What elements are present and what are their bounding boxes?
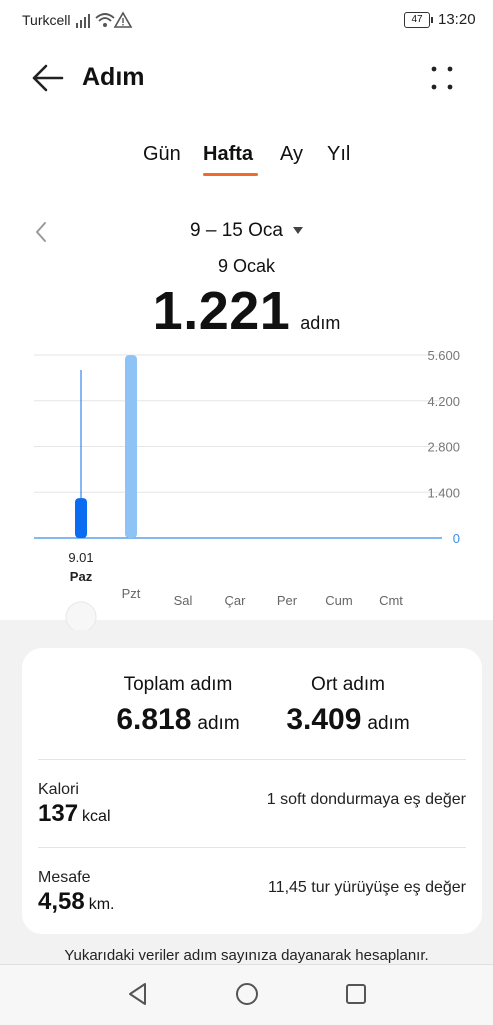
divider bbox=[38, 847, 466, 848]
nav-back-icon[interactable] bbox=[126, 981, 150, 1007]
selected-steps-value: 1.221 bbox=[152, 281, 291, 341]
nav-recents-icon[interactable] bbox=[344, 981, 368, 1007]
status-bar: Turkcell 47 13:20 bbox=[0, 0, 493, 40]
caret-down-icon bbox=[292, 227, 303, 235]
x-tick-label: Per bbox=[277, 593, 298, 608]
selected-steps-unit: adım bbox=[300, 313, 341, 333]
tab-indicator bbox=[203, 173, 258, 176]
avg-steps-value: 3.409 bbox=[286, 703, 362, 736]
chart-bar-pzt[interactable] bbox=[125, 355, 137, 538]
summary-card: Toplam adım 6.818 adım Ort adım 3.409 adım… bbox=[22, 648, 482, 934]
calorie-label: Kalori bbox=[38, 781, 79, 798]
avg-steps-unit: adım bbox=[367, 713, 410, 734]
carrier-label: Turkcell bbox=[22, 12, 71, 28]
nav-home-icon[interactable] bbox=[234, 981, 260, 1007]
divider bbox=[38, 759, 466, 760]
clock: 13:20 bbox=[438, 11, 476, 28]
selected-date: 9 Ocak bbox=[217, 256, 276, 276]
battery-icon: 47 bbox=[404, 12, 433, 28]
tab-week[interactable]: Hafta bbox=[203, 143, 253, 166]
y-tick-label: 4.200 bbox=[427, 394, 460, 409]
arrow-left-icon[interactable] bbox=[30, 62, 66, 94]
x-tick-label: Paz bbox=[70, 569, 93, 584]
tab-month[interactable]: Ay bbox=[280, 143, 303, 166]
x-tick-label: Cum bbox=[325, 593, 352, 608]
tab-year[interactable]: Yıl bbox=[327, 143, 350, 166]
page-title: Adım bbox=[82, 63, 145, 91]
tab-day[interactable]: Gün bbox=[143, 143, 181, 166]
x-tick-label: Cmt bbox=[379, 593, 403, 608]
calorie-equivalent: 1 soft dondurmaya eş değer bbox=[266, 791, 466, 808]
x-tick-label: Pzt bbox=[122, 586, 141, 601]
distance-value: 4,58 bbox=[38, 888, 85, 915]
system-nav-bar bbox=[0, 964, 493, 1025]
calorie-value: 137 bbox=[38, 800, 79, 827]
battery-level: 47 bbox=[411, 14, 423, 25]
range-selector: 9 – 15 Oca bbox=[0, 216, 493, 248]
x-date-label: 9.01 bbox=[68, 550, 93, 565]
total-steps-value: 6.818 bbox=[116, 703, 192, 736]
footnote: Yukarıdaki veriler adım sayınıza dayanar… bbox=[64, 947, 429, 964]
y-tick-label: 1.400 bbox=[427, 485, 460, 500]
period-tabs: Gün Hafta Ay Yıl bbox=[0, 140, 493, 184]
distance-equivalent: 11,45 tur yürüyüşe eş değer bbox=[267, 879, 466, 896]
x-tick-label: Çar bbox=[225, 593, 247, 608]
distance-unit: km. bbox=[88, 896, 115, 913]
signal-wifi-warning-icon bbox=[76, 11, 133, 28]
more-dots-icon[interactable] bbox=[426, 62, 458, 94]
y-tick-label: 0 bbox=[453, 531, 460, 546]
distance-label: Mesafe bbox=[38, 869, 91, 886]
y-tick-label: 2.800 bbox=[427, 440, 460, 455]
avg-steps: 3.409 adım bbox=[233, 703, 463, 737]
chart-drag-handle[interactable] bbox=[65, 601, 97, 630]
distance: 4,58 km. bbox=[38, 888, 115, 916]
selected-value-row: 1.221 adım bbox=[0, 280, 493, 342]
x-tick-label: Sal bbox=[174, 593, 193, 608]
calorie-unit: kcal bbox=[82, 808, 111, 825]
range-dropdown[interactable]: 9 – 15 Oca bbox=[0, 220, 493, 242]
range-label: 9 – 15 Oca bbox=[190, 220, 283, 241]
calorie: 137 kcal bbox=[38, 800, 111, 828]
y-tick-label: 5.600 bbox=[427, 348, 460, 363]
app-bar: Adım bbox=[0, 50, 493, 106]
steps-chart[interactable]: 0 1.400 2.800 4.200 5.600 9.01 Paz Pzt Sal Çar Per… bbox=[0, 340, 493, 630]
chart-bar-paz[interactable] bbox=[75, 498, 87, 538]
avg-steps-label: Ort adım bbox=[311, 674, 385, 695]
